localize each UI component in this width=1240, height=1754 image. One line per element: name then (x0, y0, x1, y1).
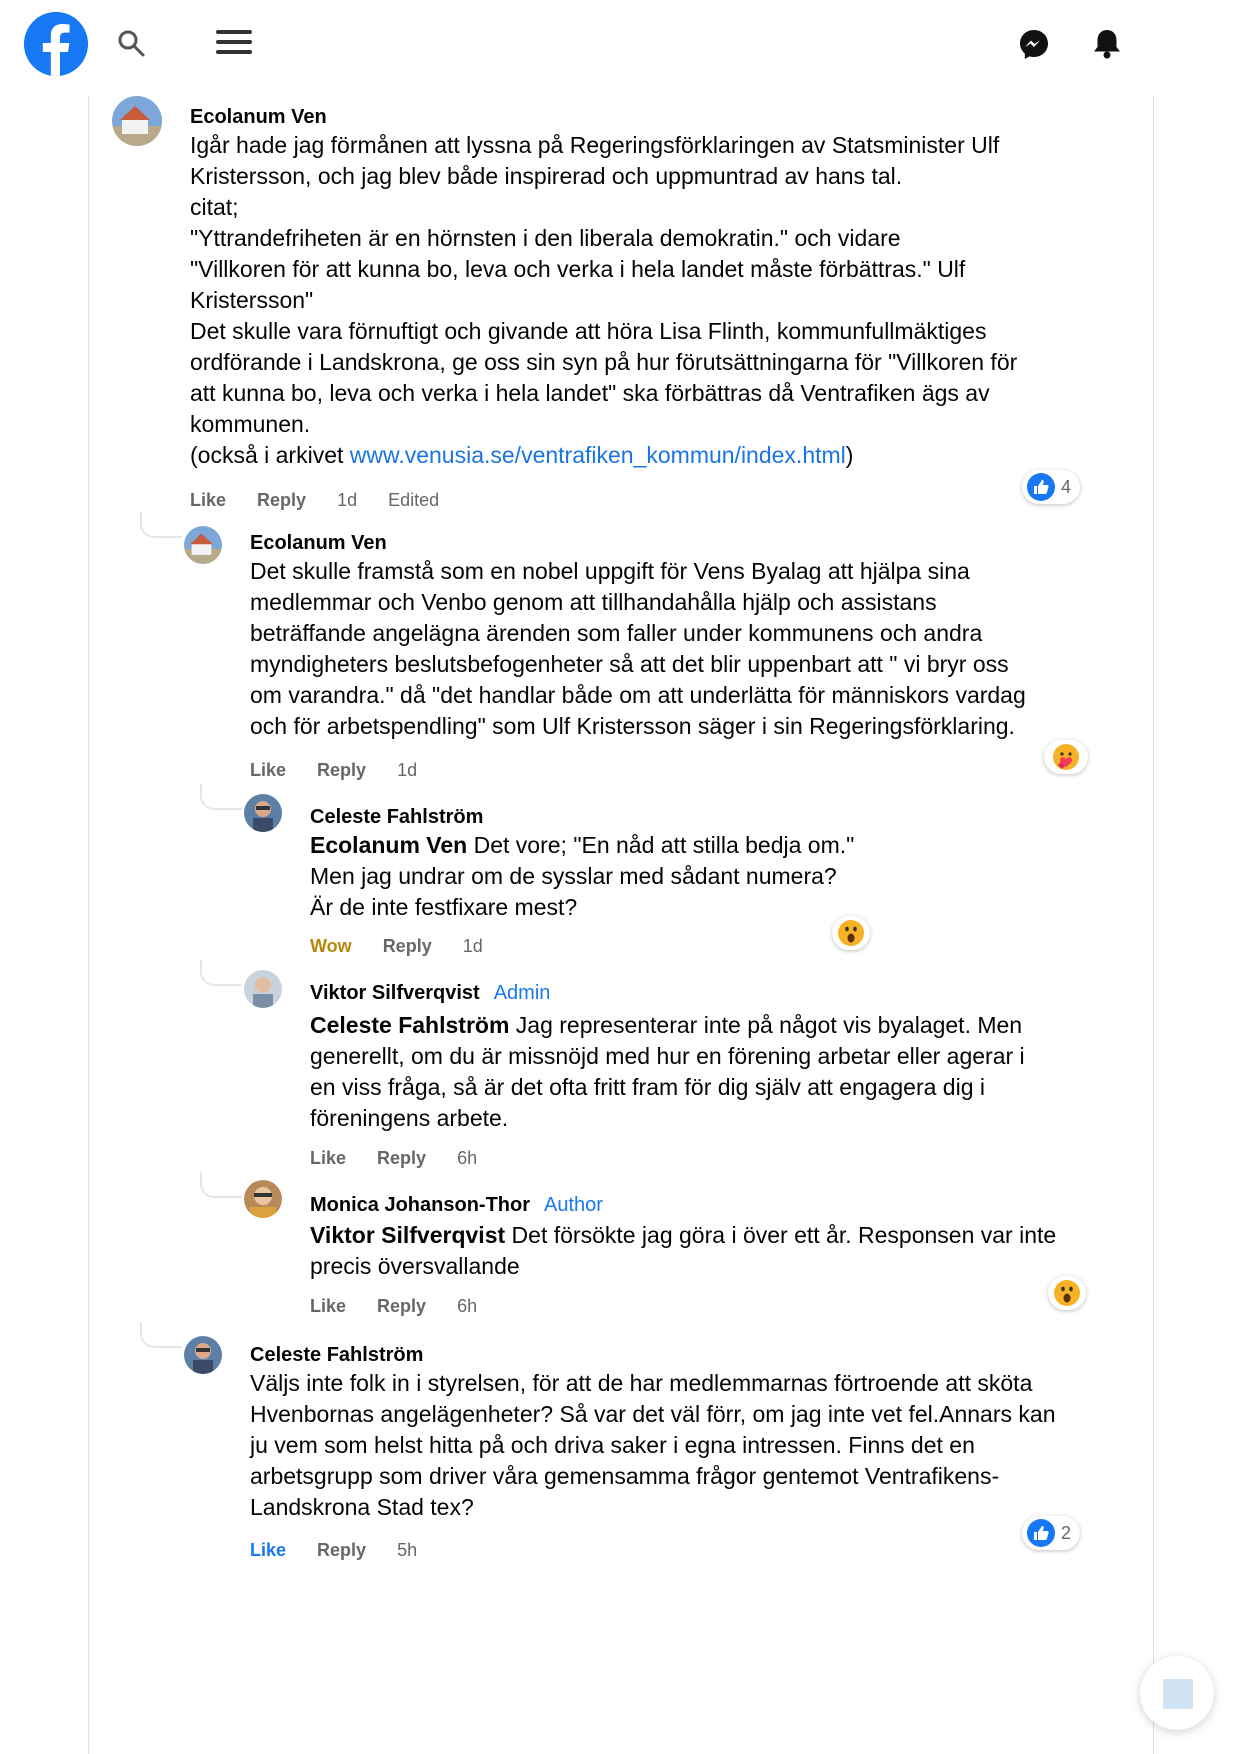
reply-button[interactable]: Reply (257, 490, 306, 510)
comment-actions: Like Reply 6h (310, 1296, 503, 1317)
avatar[interactable] (244, 1180, 282, 1218)
timestamp[interactable]: 6h (457, 1296, 477, 1316)
comment-actions: Like Reply 6h (310, 1148, 503, 1169)
comment-author[interactable]: Ecolanum Ven (190, 106, 327, 129)
comment-text: Viktor Silfverqvist Det försökte jag gör… (310, 1222, 1057, 1279)
hamburger-menu-icon[interactable] (214, 24, 254, 64)
mention-link[interactable]: Ecolanum Ven (310, 832, 467, 858)
comment-actions: Like Reply 1d (250, 760, 443, 781)
timestamp[interactable]: 1d (337, 490, 357, 510)
comment-author[interactable]: Ecolanum Ven (250, 532, 387, 555)
wow-icon (1054, 1280, 1080, 1306)
avatar[interactable] (184, 1336, 222, 1374)
thread-connector (200, 960, 242, 986)
like-button[interactable]: Like (310, 1296, 346, 1316)
thread-connector (140, 512, 182, 538)
messenger-icon[interactable] (1018, 28, 1050, 60)
like-button[interactable]: Like (250, 760, 286, 780)
wow-reaction-button[interactable]: Wow (310, 936, 352, 956)
reply-button[interactable]: Reply (377, 1296, 426, 1316)
comment-author[interactable]: Celeste Fahlström (250, 1344, 423, 1367)
reaction-summary[interactable]: 4 (1022, 470, 1081, 504)
timestamp[interactable]: 5h (397, 1540, 417, 1560)
search-icon[interactable] (116, 28, 146, 58)
like-icon (1027, 473, 1055, 501)
reaction-summary[interactable] (1048, 1276, 1086, 1310)
thread-connector (200, 784, 242, 810)
avatar[interactable] (244, 794, 282, 832)
like-button[interactable]: Like (190, 490, 226, 510)
mention-link[interactable]: Celeste Fahlström (310, 1012, 509, 1038)
reaction-count: 2 (1061, 1522, 1072, 1543)
reaction-summary[interactable] (832, 916, 870, 950)
comment-text: Igår hade jag förmånen att lyssna på Reg… (190, 132, 1018, 468)
reply-button[interactable]: Reply (377, 1148, 426, 1168)
wow-icon (838, 920, 864, 946)
reply-button[interactable]: Reply (383, 936, 432, 956)
like-icon (1027, 1519, 1055, 1547)
comment-actions: Wow Reply 1d (310, 936, 509, 957)
floating-action-button[interactable] (1140, 1656, 1214, 1730)
comment-text: Celeste Fahlström Jag representerar inte… (310, 1012, 1025, 1131)
top-bar (0, 0, 1240, 90)
thread-connector (200, 1172, 242, 1198)
comment-text: Det skulle framstå som en nobel uppgift … (250, 558, 1026, 739)
admin-badge: Admin (493, 982, 551, 1004)
reaction-count: 4 (1061, 476, 1072, 497)
like-button[interactable]: Like (310, 1148, 346, 1168)
archive-link[interactable]: www.venusia.se/ventrafiken_kommun/index.… (350, 442, 846, 468)
reaction-summary[interactable]: 2 (1022, 1516, 1081, 1550)
comment-text: Ecolanum Ven Det vore; "En nåd att still… (310, 832, 855, 920)
avatar[interactable] (184, 526, 222, 564)
bell-icon[interactable] (1092, 28, 1122, 60)
thread-connector (140, 1322, 182, 1348)
comment-author[interactable]: Viktor Silfverqvist Admin (310, 982, 550, 1005)
timestamp[interactable]: 6h (457, 1148, 477, 1168)
comment-author[interactable]: Monica Johanson-Thor Author (310, 1194, 603, 1217)
comment-text: Väljs inte folk in i styrelsen, för att … (250, 1370, 1056, 1520)
mention-link[interactable]: Viktor Silfverqvist (310, 1222, 505, 1248)
reply-button[interactable]: Reply (317, 760, 366, 780)
facebook-logo-icon[interactable] (24, 12, 88, 76)
author-badge: Author (544, 1194, 603, 1216)
like-button[interactable]: Like (250, 1540, 286, 1560)
comment-actions: Like Reply 1d Edited (190, 490, 465, 511)
avatar[interactable] (244, 970, 282, 1008)
timestamp[interactable]: 1d (397, 760, 417, 780)
comment-actions: Like Reply 5h (250, 1540, 443, 1561)
comment-author[interactable]: Celeste Fahlström (310, 806, 483, 829)
timestamp[interactable]: 1d (463, 936, 483, 956)
edited-label[interactable]: Edited (388, 490, 439, 510)
reply-button[interactable]: Reply (317, 1540, 366, 1560)
care-icon (1053, 744, 1079, 770)
reaction-summary[interactable] (1044, 740, 1088, 774)
avatar[interactable] (112, 96, 162, 146)
